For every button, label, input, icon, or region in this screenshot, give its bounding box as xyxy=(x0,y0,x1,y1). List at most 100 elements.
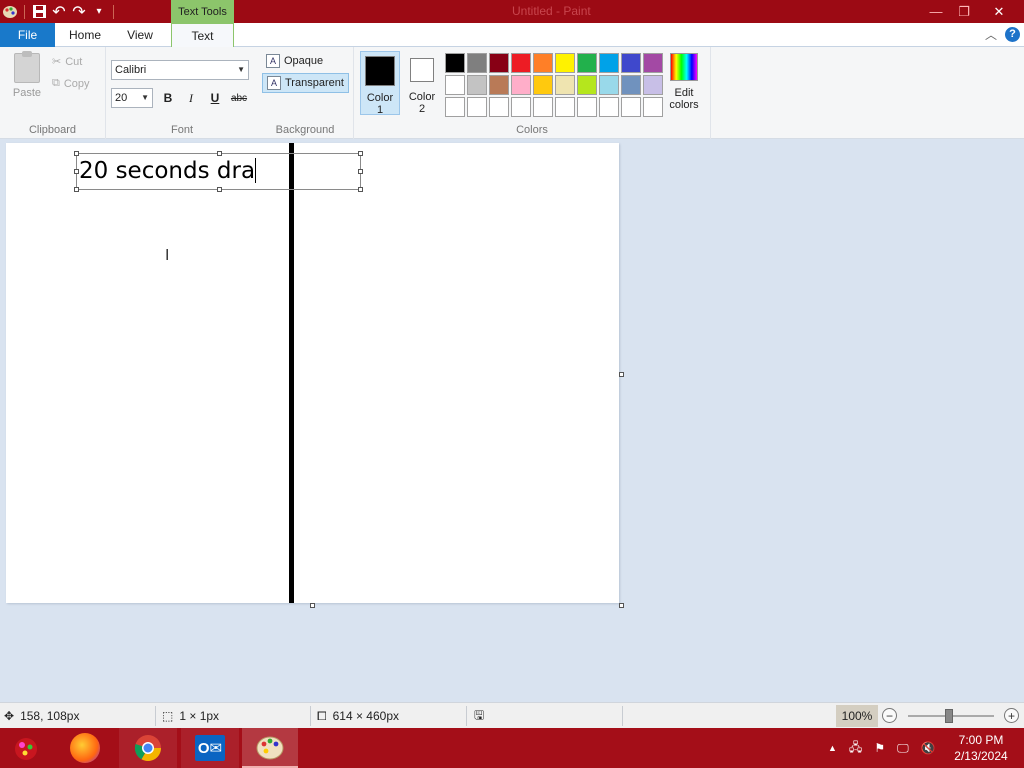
undo-icon[interactable]: ↶ xyxy=(49,2,69,22)
opaque-option[interactable]: A Opaque xyxy=(262,51,327,71)
start-button[interactable] xyxy=(0,728,52,768)
redo-icon[interactable]: ↷ xyxy=(69,2,89,22)
resize-handle-t[interactable] xyxy=(217,151,222,156)
taskbar-clock[interactable]: 7:00 PM 2/13/2024 xyxy=(946,732,1016,764)
resize-handle-bl[interactable] xyxy=(74,187,79,192)
cut-label: Cut xyxy=(65,55,83,68)
strikethrough-button[interactable]: abc xyxy=(228,89,250,107)
resize-handle-b[interactable] xyxy=(217,187,222,192)
palette-color-swatch[interactable] xyxy=(533,53,553,73)
palette-color-swatch[interactable] xyxy=(577,97,597,117)
chevron-down-icon: ▼ xyxy=(141,93,149,102)
drawing-canvas[interactable]: 20 seconds dra I xyxy=(6,143,619,603)
collapse-ribbon-icon[interactable]: ︿ xyxy=(985,26,997,43)
canvas-resize-handle-bottom[interactable] xyxy=(310,603,315,608)
canvas-resize-handle-right[interactable] xyxy=(619,372,624,377)
color2-label: Color 2 xyxy=(408,91,436,115)
tab-file[interactable]: File xyxy=(0,23,55,47)
palette-color-swatch[interactable] xyxy=(599,75,619,95)
color2-button[interactable]: Color 2 xyxy=(402,51,442,115)
clipboard-group: Paste ✂ Cut ⧉ Copy Clipboard xyxy=(0,47,106,139)
resize-handle-l[interactable] xyxy=(74,169,79,174)
opaque-label: Opaque xyxy=(284,55,324,67)
palette-color-swatch[interactable] xyxy=(577,53,597,73)
palette-color-swatch[interactable] xyxy=(621,75,641,95)
action-center-flag-icon[interactable]: ⚑ xyxy=(874,741,885,755)
canvas-resize-handle-corner[interactable] xyxy=(619,603,624,608)
help-icon[interactable]: ? xyxy=(1005,26,1020,42)
palette-color-swatch[interactable] xyxy=(643,53,663,73)
resize-handle-tl[interactable] xyxy=(74,151,79,156)
customize-qat-icon[interactable]: ▾ xyxy=(89,2,109,22)
palette-color-swatch[interactable] xyxy=(467,75,487,95)
palette-color-swatch[interactable] xyxy=(511,53,531,73)
transparent-option[interactable]: A Transparent xyxy=(262,73,349,93)
show-hidden-icons-icon[interactable]: ▲ xyxy=(828,743,837,753)
palette-color-swatch[interactable] xyxy=(577,75,597,95)
rainbow-icon xyxy=(670,53,698,81)
underline-button[interactable]: U xyxy=(205,89,225,107)
zoom-slider-thumb[interactable] xyxy=(945,709,953,723)
bold-button[interactable]: B xyxy=(158,89,178,107)
color2-swatch xyxy=(410,58,434,82)
taskbar-chrome[interactable] xyxy=(119,728,177,768)
paint-app-icon[interactable] xyxy=(0,2,20,22)
palette-color-swatch[interactable] xyxy=(643,97,663,117)
font-group-label: Font xyxy=(170,124,193,136)
zoom-in-button[interactable]: + xyxy=(1004,708,1019,723)
zoom-out-button[interactable]: − xyxy=(882,708,897,723)
text-box-content[interactable]: 20 seconds dra xyxy=(79,158,257,184)
palette-color-swatch[interactable] xyxy=(489,53,509,73)
help-area: ︿ ? xyxy=(985,23,1024,45)
resize-handle-br[interactable] xyxy=(358,187,363,192)
palette-color-swatch[interactable] xyxy=(467,53,487,73)
display-icon[interactable]: 🖵 xyxy=(897,741,909,756)
palette-color-swatch[interactable] xyxy=(445,53,465,73)
save-icon[interactable] xyxy=(29,2,49,22)
palette-color-swatch[interactable] xyxy=(489,97,509,117)
palette-color-swatch[interactable] xyxy=(621,97,641,117)
tab-text[interactable]: Text xyxy=(171,23,234,48)
palette-color-swatch[interactable] xyxy=(555,53,575,73)
resize-handle-r[interactable] xyxy=(358,169,363,174)
text-box[interactable]: 20 seconds dra xyxy=(74,151,363,192)
palette-color-swatch[interactable] xyxy=(467,97,487,117)
palette-color-swatch[interactable] xyxy=(621,53,641,73)
network-icon[interactable]: 🖧 xyxy=(849,738,862,759)
selection-icon: ⬚ xyxy=(162,709,174,723)
palette-color-swatch[interactable] xyxy=(489,75,509,95)
taskbar-firefox[interactable] xyxy=(57,728,113,768)
volume-muted-icon[interactable]: 🔇 xyxy=(921,741,936,755)
resize-handle-tr[interactable] xyxy=(358,151,363,156)
color1-button[interactable]: Color 1 xyxy=(360,51,400,116)
palette-color-swatch[interactable] xyxy=(511,97,531,117)
palette-color-swatch[interactable] xyxy=(555,75,575,95)
palette-color-swatch[interactable] xyxy=(599,97,619,117)
text-tools-contextual-title: Text Tools xyxy=(171,0,234,23)
font-family-dropdown[interactable]: Calibri ▼ xyxy=(111,60,249,80)
text-caret xyxy=(255,158,257,183)
palette-color-swatch[interactable] xyxy=(511,75,531,95)
color1-swatch xyxy=(365,56,395,86)
maximize-button[interactable]: ❐ xyxy=(947,0,981,23)
copy-button[interactable]: ⧉ Copy xyxy=(52,77,90,90)
palette-color-swatch[interactable] xyxy=(555,97,575,117)
edit-colors-button[interactable]: Edit colors xyxy=(666,53,702,111)
close-button[interactable]: ✕ xyxy=(982,0,1016,23)
taskbar-paint[interactable] xyxy=(242,728,298,768)
tab-view[interactable]: View xyxy=(114,23,166,47)
palette-color-swatch[interactable] xyxy=(533,97,553,117)
font-size-dropdown[interactable]: 20 ▼ xyxy=(111,88,153,108)
paint-icon xyxy=(256,736,284,760)
canvas-area[interactable]: 20 seconds dra I xyxy=(0,140,1024,702)
palette-color-swatch[interactable] xyxy=(599,53,619,73)
italic-button[interactable]: I xyxy=(181,89,201,107)
paste-button[interactable]: Paste xyxy=(10,51,44,99)
palette-color-swatch[interactable] xyxy=(643,75,663,95)
palette-color-swatch[interactable] xyxy=(445,75,465,95)
palette-color-swatch[interactable] xyxy=(445,97,465,117)
tab-home[interactable]: Home xyxy=(58,23,112,47)
cut-button[interactable]: ✂ Cut xyxy=(52,55,83,69)
palette-color-swatch[interactable] xyxy=(533,75,553,95)
taskbar-outlook[interactable]: O✉ xyxy=(181,728,239,768)
